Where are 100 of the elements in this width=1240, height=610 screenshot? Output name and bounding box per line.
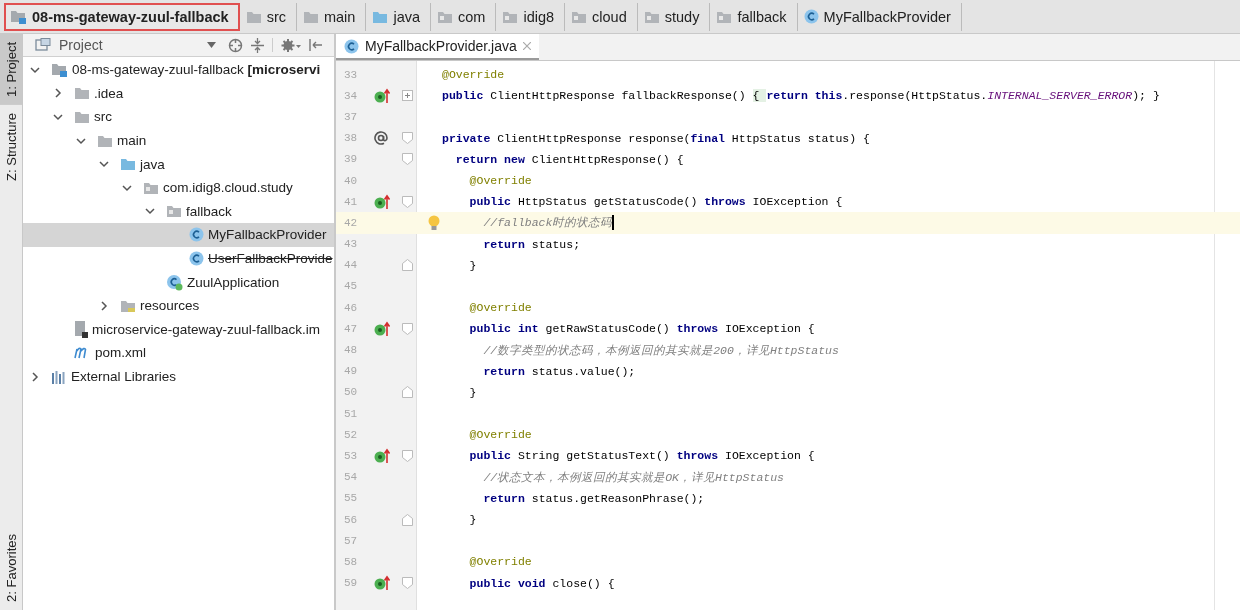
breadcrumb-item[interactable]: src [239, 2, 297, 31]
line-number: 55 [343, 492, 359, 505]
tree-item[interactable]: fallback [23, 199, 334, 224]
package-folder-icon [502, 9, 519, 24]
tree-item[interactable]: MyFallbackProvider [23, 223, 334, 247]
hide-panel-icon[interactable] [309, 38, 323, 52]
code-line: private ClientHttpResponse response(final HttpStatus status) { [442, 131, 870, 145]
chevron-right-icon[interactable] [98, 299, 110, 312]
class-icon [189, 227, 204, 243]
line-number: 42 [343, 216, 359, 229]
breadcrumb-item[interactable]: fallback [710, 2, 798, 31]
module-folder-icon [10, 9, 27, 24]
file-icon [74, 320, 88, 338]
tree-item[interactable]: pom.xml [23, 341, 334, 365]
override-marker-icon[interactable] [374, 193, 390, 210]
tree-item[interactable]: microservice-gateway-zuul-fallback.im [23, 317, 334, 342]
line-number: 49 [343, 365, 359, 378]
code-line: public HttpStatus getStatusCode() throws IOException { [468, 195, 843, 209]
breadcrumb-item[interactable]: MyFallbackProvider [797, 2, 962, 31]
override-marker-icon[interactable] [374, 87, 390, 104]
code-line: public ClientHttpResponse fallbackResponse() { return this.response(HttpStatus.INTERNAL_SERVER_ERROR); } [442, 89, 1160, 103]
editor-tab[interactable]: MyFallbackProvider.java [336, 34, 539, 60]
code-line: //状态文本，本例返回的其实就是OK，详见HttpStatus [482, 469, 785, 485]
code-line: @Override [468, 428, 532, 442]
line-number: 40 [343, 174, 359, 187]
line-number: 44 [343, 259, 359, 272]
line-number: 45 [343, 280, 359, 293]
tool-window-tab[interactable]: 1: Project [0, 34, 22, 105]
project-view-icon [35, 38, 51, 52]
tree-item[interactable]: java [23, 152, 334, 176]
package-folder-icon [166, 204, 182, 219]
package-folder-icon [643, 9, 660, 24]
package-folder-icon [716, 9, 733, 24]
folder-icon [97, 133, 113, 148]
tool-window-tab[interactable]: Z: Structure [0, 104, 22, 189]
tree-item[interactable]: .idea [23, 81, 334, 106]
code-line: @Override [468, 174, 532, 188]
line-number: 41 [343, 195, 359, 208]
override-marker-icon[interactable] [374, 575, 390, 592]
tree-item[interactable]: ZuulApplication [23, 270, 334, 294]
breadcrumb-item[interactable]: cloud [565, 2, 638, 31]
target-icon[interactable] [228, 37, 243, 53]
tree-item[interactable]: External Libraries [23, 364, 334, 389]
line-number: 58 [343, 555, 359, 568]
code-line: public int getRawStatusCode() throws IOException { [468, 322, 815, 336]
code-line: @Override [468, 555, 532, 569]
line-number: 50 [343, 386, 359, 399]
override-marker-icon[interactable] [374, 320, 390, 337]
module-folder-icon [51, 62, 68, 78]
folder-icon [245, 9, 262, 24]
override-marker-icon[interactable] [374, 447, 390, 464]
breadcrumb-item[interactable]: com [431, 2, 497, 31]
code-line: @Override [442, 68, 505, 82]
class-icon [166, 273, 183, 291]
code-line: public void close() { [468, 576, 615, 590]
tree-item[interactable]: main [23, 128, 334, 153]
settings-icon[interactable] [281, 37, 301, 53]
line-number: 51 [343, 407, 359, 420]
class-icon [803, 9, 819, 24]
breadcrumb-item[interactable]: 08-ms-gateway-zuul-fallback [4, 2, 240, 31]
tool-window-tab[interactable]: 2: Favorites [0, 526, 22, 610]
folder-icon [74, 110, 90, 124]
line-number: 33 [343, 68, 359, 81]
expand-fold-icon[interactable] [402, 90, 413, 102]
code-line: public String getStatusText() throws IOException { [468, 449, 815, 463]
code-line: return status; [482, 237, 581, 251]
line-number: 52 [343, 428, 359, 441]
tree-item[interactable]: UserFallbackProvide [23, 246, 334, 271]
panel-title: Project [59, 37, 104, 53]
lightbulb-icon[interactable] [428, 214, 440, 231]
line-number: 56 [343, 513, 359, 526]
line-number: 34 [343, 89, 359, 102]
package-folder-icon [143, 180, 159, 195]
tree-item[interactable]: 08-ms-gateway-zuul-fallback [microservi [23, 58, 334, 82]
folder-icon [302, 9, 319, 24]
chevron-right-icon[interactable] [52, 87, 64, 100]
chevron-right-icon[interactable] [29, 370, 41, 383]
dropdown-caret-icon[interactable] [207, 42, 216, 48]
tree-item[interactable]: com.idig8.cloud.study [23, 175, 334, 200]
line-number: 57 [343, 534, 359, 547]
breadcrumb-item[interactable]: main [296, 2, 367, 31]
chevron-down-icon[interactable] [52, 111, 64, 123]
package-folder-icon [437, 9, 453, 24]
line-number: 47 [343, 322, 359, 335]
breadcrumb-item[interactable]: java [366, 2, 431, 31]
code-line: return new ClientHttpResponse() { [454, 152, 684, 166]
code-line: return status.value(); [482, 364, 636, 378]
at-sign-icon[interactable] [374, 131, 388, 146]
breadcrumb-item[interactable]: idig8 [496, 2, 566, 31]
collapse-icon[interactable] [251, 37, 264, 53]
folder-icon [372, 9, 389, 24]
folder-icon [74, 86, 90, 101]
tree-item[interactable]: resources [23, 293, 334, 318]
libraries-icon [51, 369, 67, 384]
code-line: } [468, 258, 477, 272]
breadcrumb-item[interactable]: study [637, 2, 711, 31]
tree-item[interactable]: src [23, 105, 334, 129]
line-number: 46 [343, 301, 359, 314]
folder-icon [120, 298, 136, 313]
code-line: } [468, 513, 477, 527]
